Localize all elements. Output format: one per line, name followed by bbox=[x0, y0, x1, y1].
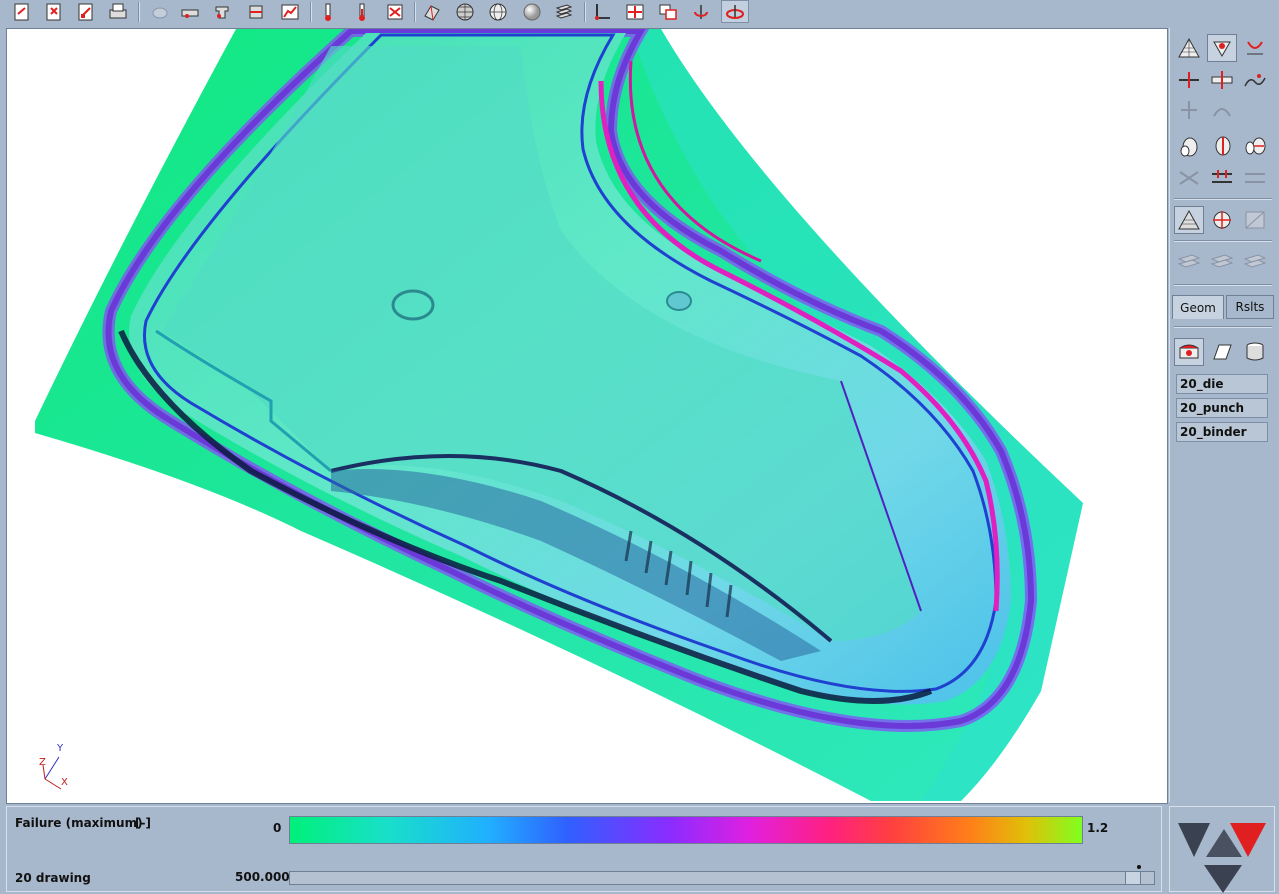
flow-disabled-icon bbox=[1174, 164, 1204, 192]
ellipsoid-compare-icon[interactable] bbox=[1240, 132, 1270, 160]
blank-icon bbox=[146, 0, 174, 23]
center-view-icon[interactable] bbox=[621, 0, 649, 23]
result-legend-panel: Failure (maximum) [-] 0 1.2 20 drawing 5… bbox=[6, 806, 1162, 892]
temperature-map-icon[interactable] bbox=[381, 0, 409, 23]
mesh-shaded-icon[interactable] bbox=[1174, 206, 1204, 234]
graphics-viewport[interactable]: Y Z X bbox=[6, 28, 1168, 804]
gravity-disabled-icon bbox=[1174, 96, 1204, 124]
layers-icon[interactable] bbox=[550, 0, 578, 23]
slider-marker bbox=[1137, 865, 1141, 869]
mesh-sphere-icon[interactable] bbox=[484, 0, 512, 23]
thermometer-alt-icon[interactable] bbox=[348, 0, 376, 23]
main-toolbar bbox=[0, 0, 1279, 26]
smooth-sphere-icon[interactable] bbox=[518, 0, 546, 23]
scale-min-label: 0 bbox=[273, 821, 282, 835]
shaded-section-icon[interactable] bbox=[1207, 206, 1237, 234]
pan-view-icon[interactable] bbox=[721, 0, 749, 23]
texture-disabled-icon bbox=[1240, 206, 1270, 234]
axis-y-label: Y bbox=[56, 743, 64, 754]
die-object-icon[interactable] bbox=[1174, 338, 1204, 366]
tool-item-binder[interactable]: 20_binder bbox=[1176, 422, 1268, 442]
thermometer-icon[interactable] bbox=[314, 0, 342, 23]
punch-tool-icon[interactable] bbox=[208, 0, 236, 23]
section-move-icon[interactable] bbox=[1207, 66, 1237, 94]
time-step-slider-thumb[interactable] bbox=[1125, 871, 1141, 885]
fit-view-icon[interactable] bbox=[654, 0, 682, 23]
layer-stack-3-icon bbox=[1240, 248, 1270, 276]
surface-profile-icon[interactable] bbox=[1240, 66, 1270, 94]
nav-down-icon[interactable] bbox=[1204, 865, 1242, 893]
axis-x-label: X bbox=[61, 777, 68, 788]
layer-stack-1-icon bbox=[1174, 248, 1204, 276]
axis-icon[interactable] bbox=[588, 0, 616, 23]
nav-back-icon[interactable] bbox=[1178, 823, 1210, 857]
draw-bead-icon[interactable] bbox=[1207, 164, 1237, 192]
formed-part-contour-plot bbox=[35, 29, 1083, 801]
trim-disabled-icon bbox=[1240, 164, 1270, 192]
right-tool-panel: Geom Rslts 20_die 20_punch 20_binder bbox=[1169, 28, 1276, 802]
shaded-view-icon[interactable] bbox=[418, 0, 446, 23]
layer-stack-2-icon bbox=[1207, 248, 1237, 276]
step-label: 20 drawing bbox=[15, 871, 91, 885]
curve-plot-icon[interactable] bbox=[276, 0, 304, 23]
open-file-icon[interactable] bbox=[8, 0, 36, 23]
wireframe-sphere-icon[interactable] bbox=[451, 0, 479, 23]
tab-rslts[interactable]: Rslts bbox=[1226, 295, 1274, 319]
save-file-icon[interactable] bbox=[40, 0, 68, 23]
section-cut-icon[interactable] bbox=[1174, 66, 1204, 94]
color-scale-bar bbox=[289, 816, 1083, 844]
edit-file-icon[interactable] bbox=[72, 0, 100, 23]
die-tool-icon[interactable] bbox=[176, 0, 204, 23]
fld-display-icon[interactable] bbox=[1240, 34, 1270, 62]
mesh-display-icon[interactable] bbox=[1174, 34, 1204, 62]
ellipsoid-section-icon[interactable] bbox=[1207, 132, 1237, 160]
ellipsoid-view-icon[interactable] bbox=[1174, 132, 1204, 160]
binder-tool-icon[interactable] bbox=[242, 0, 270, 23]
scale-max-label: 1.2 bbox=[1087, 821, 1109, 835]
axis-z-label: Z bbox=[39, 757, 46, 768]
tab-geom[interactable]: Geom bbox=[1172, 295, 1224, 319]
print-icon[interactable] bbox=[104, 0, 132, 23]
time-step-slider[interactable] bbox=[289, 871, 1155, 885]
result-unit: [-] bbox=[135, 816, 151, 830]
thickness-display-icon[interactable] bbox=[1207, 34, 1237, 62]
tool-item-punch[interactable]: 20_punch bbox=[1176, 398, 1268, 418]
tool-item-die[interactable]: 20_die bbox=[1176, 374, 1268, 394]
spring-disabled-icon bbox=[1207, 96, 1237, 124]
result-title: Failure (maximum) bbox=[15, 816, 143, 830]
cylinder-object-icon[interactable] bbox=[1240, 338, 1270, 366]
step-value: 500.000 bbox=[235, 870, 290, 884]
axis-triad: Y Z X bbox=[39, 743, 68, 790]
animation-navigation bbox=[1169, 806, 1275, 893]
rotate-view-icon[interactable] bbox=[687, 0, 715, 23]
sheet-object-icon[interactable] bbox=[1207, 338, 1237, 366]
